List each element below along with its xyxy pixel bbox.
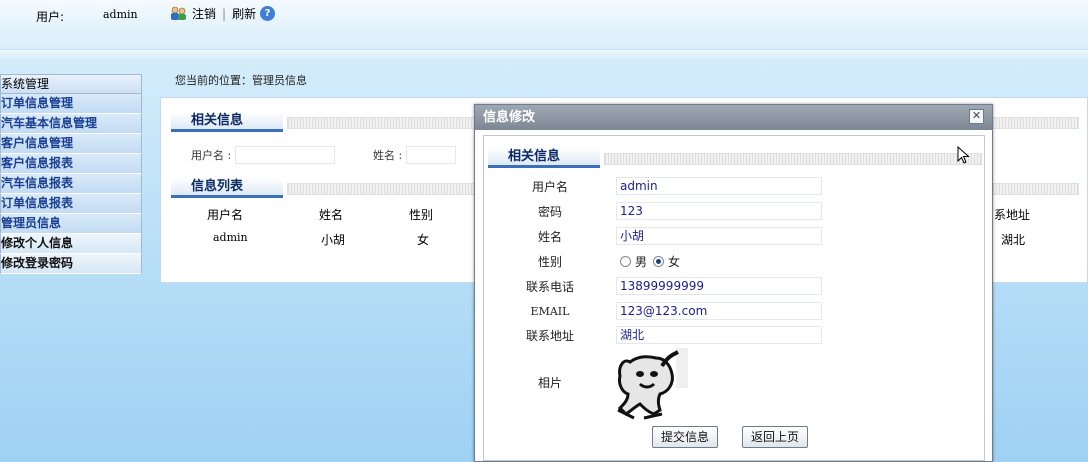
back-button[interactable]: 返回上页 [742, 426, 809, 448]
separator: | [222, 6, 227, 21]
name-label: 姓名 [537, 229, 562, 244]
user-label: 用户: [36, 10, 65, 24]
section-title: 相关信息 [171, 112, 283, 132]
gender-radio-group: 男 女 [620, 253, 686, 270]
sidebar-item[interactable]: 客户信息管理 [0, 134, 142, 154]
section-title: 信息列表 [171, 178, 283, 198]
section-title: 相关信息 [488, 148, 600, 168]
name-row: 姓名 小胡 [484, 227, 986, 245]
close-icon[interactable]: ✕ [969, 109, 984, 124]
cell-name: 小胡 [321, 233, 346, 247]
sidebar-item[interactable]: 客户信息报表 [0, 154, 142, 174]
search-name-input[interactable] [406, 146, 457, 164]
gender-female-radio[interactable]: 女 [653, 253, 680, 270]
address-row: 联系地址 湖北 [484, 326, 986, 344]
address-label: 联系地址 [525, 328, 574, 343]
password-row: 密码 123 [484, 202, 986, 220]
email-row: EMAIL 123@123.com [484, 302, 986, 320]
section-divider [604, 153, 982, 165]
sidebar-item[interactable]: 管理员信息 [0, 214, 142, 234]
username-field[interactable]: admin [616, 177, 822, 195]
gender-label: 性别 [537, 255, 562, 269]
users-icon [170, 6, 188, 21]
search-username-input[interactable] [235, 146, 336, 164]
gender-female-label: 女 [668, 255, 681, 269]
cell-gender: 女 [417, 233, 430, 247]
email-label: EMAIL [530, 304, 570, 318]
name-field[interactable]: 小胡 [616, 227, 822, 245]
username-row: 用户名 admin [484, 177, 986, 195]
mouse-cursor-icon [957, 145, 971, 167]
search-username-label: 用户名 : [191, 149, 232, 162]
search-name-label: 姓名 : [373, 149, 403, 162]
password-field[interactable]: 123 [616, 202, 822, 220]
column-header-address: 系地址 [994, 208, 1031, 222]
column-header-name: 姓名 [319, 208, 344, 222]
top-bar: 用户: admin 注销 | 刷新 ? [0, 0, 1088, 50]
breadcrumb: 您当前的位置：管理员信息 [175, 74, 307, 87]
help-icon[interactable]: ? [260, 6, 276, 21]
address-field[interactable]: 湖北 [616, 326, 822, 344]
dialog-title: 信息修改 [475, 105, 992, 130]
sidebar-item[interactable]: 订单信息报表 [0, 194, 142, 214]
logout-link[interactable]: 注销 [192, 5, 216, 22]
phone-field[interactable]: 13899999999 [616, 277, 822, 295]
submit-button[interactable]: 提交信息 [652, 426, 719, 448]
user-name: admin [103, 8, 138, 21]
gender-male-radio[interactable]: 男 [620, 253, 647, 270]
gender-row: 性别 男 女 [484, 253, 986, 270]
sidebar-group-header[interactable]: 系统管理 [0, 74, 142, 94]
top-actions: 注销 | 刷新 ? [170, 5, 276, 22]
avatar [614, 348, 688, 420]
edit-dialog: 信息修改 ✕ 相关信息 用户名 admin 密码 123 姓名 小胡 性别 男 [474, 104, 993, 462]
photo-label: 相片 [537, 376, 562, 390]
phone-label: 联系电话 [525, 279, 574, 294]
username-label: 用户名 [531, 179, 568, 194]
search-name-row: 姓名 : [373, 146, 457, 164]
sidebar-item[interactable]: 汽车基本信息管理 [0, 114, 142, 134]
sidebar-item[interactable]: 修改个人信息 [0, 234, 142, 254]
refresh-link[interactable]: 刷新 [232, 5, 256, 22]
sidebar: 系统管理 订单信息管理 汽车基本信息管理 客户信息管理 客户信息报表 汽车信息报表 订单信息… [0, 74, 142, 274]
column-header-gender: 性别 [409, 208, 434, 222]
search-username-row: 用户名 : [191, 146, 336, 164]
gender-male-label: 男 [635, 255, 648, 269]
dialog-body: 相关信息 用户名 admin 密码 123 姓名 小胡 性别 男 女 联系电话 … [483, 135, 985, 461]
column-header-username: 用户名 [207, 208, 244, 222]
sidebar-item[interactable]: 订单信息管理 [0, 94, 142, 114]
radio-icon [620, 256, 631, 267]
radio-selected-icon [653, 256, 665, 267]
phone-row: 联系电话 13899999999 [484, 277, 986, 295]
email-field[interactable]: 123@123.com [616, 302, 822, 320]
cell-username: admin [213, 231, 248, 244]
photo-row: 相片 [484, 374, 986, 391]
sidebar-item[interactable]: 修改登录密码 [0, 254, 142, 274]
cell-address: 湖北 [1001, 233, 1026, 247]
dialog-section-header: 相关信息 [488, 148, 982, 168]
password-label: 密码 [537, 204, 562, 219]
sidebar-item[interactable]: 汽车信息报表 [0, 174, 142, 194]
